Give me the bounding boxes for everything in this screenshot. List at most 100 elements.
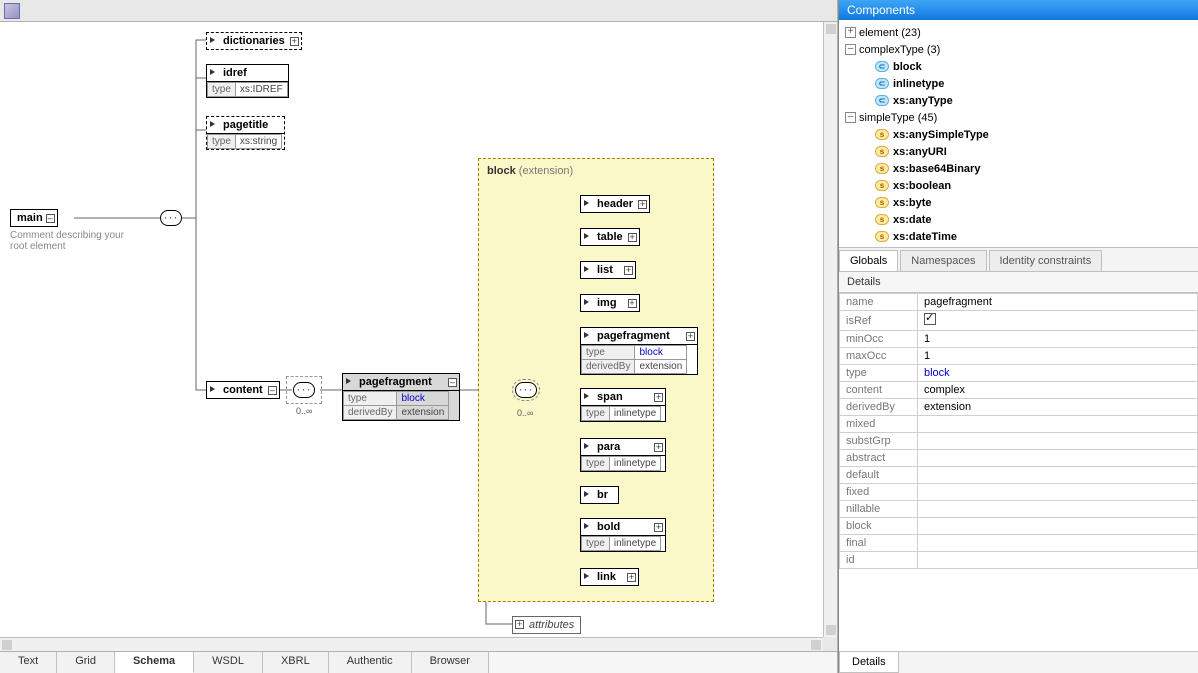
schema-canvas[interactable]: main – Comment describing your root elem… [0,22,837,637]
sequence-compositor-1[interactable] [160,210,182,226]
node-br[interactable]: br [580,486,619,504]
prop-val: xs:string [235,135,281,149]
details-value[interactable]: pagefragment [918,294,1198,311]
components-tab-globals[interactable]: Globals [839,250,898,271]
components-tab-namespaces[interactable]: Namespaces [900,250,986,271]
expand-icon[interactable]: + [515,620,524,629]
expand-icon[interactable]: + [654,443,663,452]
details-key: name [840,294,918,311]
view-tab-xbrl[interactable]: XBRL [263,652,329,673]
attributes-node[interactable]: + attributes [512,616,581,634]
expand-icon[interactable]: + [654,523,663,532]
view-tab-authentic[interactable]: Authentic [329,652,412,673]
tree-item[interactable]: ⊂block [845,58,1192,75]
root-comment: Comment describing your root element [10,230,140,252]
details-value[interactable]: 1 [918,348,1198,365]
details-value[interactable] [918,501,1198,518]
view-tab-text[interactable]: Text [0,652,57,673]
node-table[interactable]: table + [580,228,640,246]
details-bottom-tabs: Details [839,651,1198,673]
node-idref[interactable]: idref typexs:IDREF [206,64,289,98]
label: para [597,441,620,453]
node-pagefragment-selected[interactable]: pagefragment – typeblock derivedByextens… [342,373,460,421]
horizontal-scrollbar[interactable] [0,637,823,651]
view-tab-schema[interactable]: Schema [115,652,194,673]
expand-icon[interactable]: + [628,299,637,308]
expand-icon[interactable]: + [628,233,637,242]
node-bold[interactable]: bold + typeinlinetype [580,518,666,552]
collapse-icon[interactable]: – [845,112,856,123]
toolbar-view-icon[interactable] [4,3,20,19]
expand-icon[interactable]: – [46,214,55,223]
prop-val[interactable]: block [397,392,449,406]
count: (45) [918,112,938,124]
tree-item[interactable]: sxs:base64Binary [845,160,1192,177]
node-para[interactable]: para + typeinlinetype [580,438,666,472]
details-value[interactable] [918,433,1198,450]
right-pane: Components +element (23) –complexType (3… [838,0,1198,673]
details-value[interactable] [918,484,1198,501]
details-key: final [840,535,918,552]
details-value[interactable] [918,535,1198,552]
tree-item[interactable]: sxs:anyURI [845,143,1192,160]
element-ref-icon [584,200,591,207]
components-tab-identity-constraints[interactable]: Identity constraints [989,250,1103,271]
details-value[interactable]: complex [918,382,1198,399]
tree-item[interactable]: sxs:dateTime [845,228,1192,245]
tree-item[interactable]: sxs:date [845,211,1192,228]
collapse-icon[interactable]: – [845,44,856,55]
prop-val[interactable]: block [635,346,687,360]
tree-row-simpletype[interactable]: –simpleType (45) [845,109,1192,126]
expand-icon[interactable]: + [654,393,663,402]
sequence-compositor-2[interactable] [293,382,315,398]
details-value[interactable]: block [918,365,1198,382]
vertical-scrollbar[interactable] [823,22,837,637]
details-value[interactable] [918,416,1198,433]
prop-val: extension [635,360,687,374]
complextype-icon: ⊂ [875,95,889,106]
node-list[interactable]: list + [580,261,636,279]
details-value[interactable] [918,552,1198,569]
details-value[interactable]: extension [918,399,1198,416]
tree-item[interactable]: sxs:byte [845,194,1192,211]
node-img[interactable]: img + [580,294,640,312]
left-pane: main – Comment describing your root elem… [0,0,838,673]
expand-icon[interactable]: – [448,378,457,387]
details-value[interactable] [918,450,1198,467]
tree-item[interactable]: ⊂inlinetype [845,75,1192,92]
sequence-compositor-3[interactable] [515,382,537,398]
node-header[interactable]: header + [580,195,650,213]
checkbox-checked-icon[interactable] [924,313,936,325]
node-pagetitle[interactable]: pagetitle typexs:string [206,116,285,150]
node-content[interactable]: content – [206,381,280,399]
simpletype-icon: s [875,180,889,191]
element-ref-icon [584,266,591,273]
tree-row-complextype[interactable]: –complexType (3) [845,41,1192,58]
tree-item[interactable]: sxs:anySimpleType [845,126,1192,143]
details-value[interactable] [918,518,1198,535]
details-value[interactable] [918,311,1198,331]
details-value[interactable] [918,467,1198,484]
expand-icon[interactable]: + [686,332,695,341]
expand-icon[interactable]: + [845,27,856,38]
element-ref-icon [584,299,591,306]
tree-item[interactable]: sxs:boolean [845,177,1192,194]
details-value[interactable]: 1 [918,331,1198,348]
tree-item[interactable]: ⊂xs:anyType [845,92,1192,109]
node-main[interactable]: main – [10,209,58,227]
expand-icon[interactable]: – [268,386,277,395]
node-dictionaries[interactable]: dictionaries + [206,32,302,50]
expand-icon[interactable]: + [290,37,299,46]
details-tab[interactable]: Details [839,652,899,673]
node-link[interactable]: link + [580,568,639,586]
node-pagefragment-child[interactable]: pagefragment + typeblock derivedByextens… [580,327,698,375]
expand-icon[interactable]: + [627,573,636,582]
expand-icon[interactable]: + [624,266,633,275]
node-span[interactable]: span + typeinlinetype [580,388,666,422]
components-tree[interactable]: +element (23) –complexType (3) ⊂block⊂in… [839,20,1198,248]
expand-icon[interactable]: + [638,200,647,209]
tree-row-element[interactable]: +element (23) [845,24,1192,41]
view-tab-grid[interactable]: Grid [57,652,115,673]
view-tab-browser[interactable]: Browser [412,652,489,673]
view-tab-wsdl[interactable]: WSDL [194,652,263,673]
